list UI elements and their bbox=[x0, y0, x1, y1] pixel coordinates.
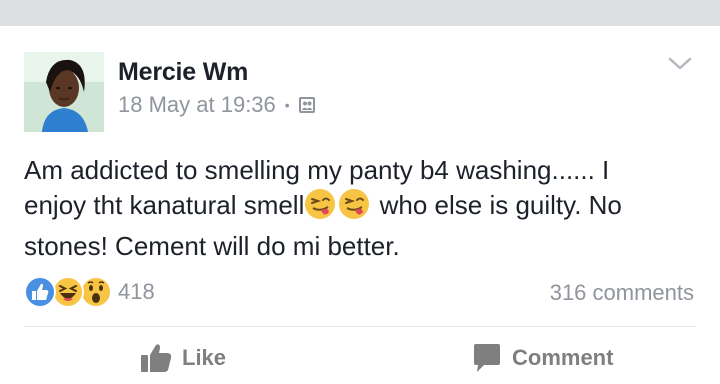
comments-count[interactable]: 316 comments bbox=[550, 280, 694, 306]
post-text-line: Am addicted to smelling my panty b4 wash… bbox=[24, 155, 610, 185]
tongue-wink-emoji bbox=[338, 188, 372, 229]
like-icon bbox=[24, 276, 56, 308]
friends-icon bbox=[298, 96, 316, 114]
tongue-wink-emoji bbox=[304, 188, 338, 229]
chevron-down-icon[interactable] bbox=[668, 56, 692, 72]
post-text-segment: who else is guilty. No bbox=[372, 190, 622, 220]
reactions-summary[interactable]: 418 bbox=[24, 274, 155, 310]
comment-button[interactable]: Comment bbox=[472, 340, 613, 376]
post-text: Am addicted to smelling my panty b4 wash… bbox=[24, 153, 700, 264]
thumbs-up-icon bbox=[140, 343, 172, 373]
post-meta: 18 May at 19:36 • bbox=[118, 92, 316, 118]
post-card: Mercie Wm 18 May at 19:36 • Am addicted … bbox=[0, 26, 720, 384]
wow-icon bbox=[80, 276, 112, 308]
comment-bubble-icon bbox=[472, 343, 502, 373]
author-name[interactable]: Mercie Wm bbox=[118, 58, 248, 87]
comment-label: Comment bbox=[512, 345, 614, 370]
like-button[interactable]: Like bbox=[140, 340, 226, 376]
avatar[interactable] bbox=[24, 52, 104, 132]
haha-icon bbox=[52, 276, 84, 308]
post-text-line: stones! Cement will do mi better. bbox=[24, 231, 400, 261]
timestamp[interactable]: 18 May at 19:36 bbox=[118, 92, 276, 118]
post-text-segment: enjoy tht kanatural smell bbox=[24, 190, 305, 220]
reaction-count: 418 bbox=[118, 279, 155, 304]
meta-separator: • bbox=[284, 97, 290, 113]
post-text-line: enjoy tht kanatural smell who else is gu bbox=[24, 188, 700, 229]
divider bbox=[24, 326, 696, 327]
like-label: Like bbox=[182, 345, 227, 370]
